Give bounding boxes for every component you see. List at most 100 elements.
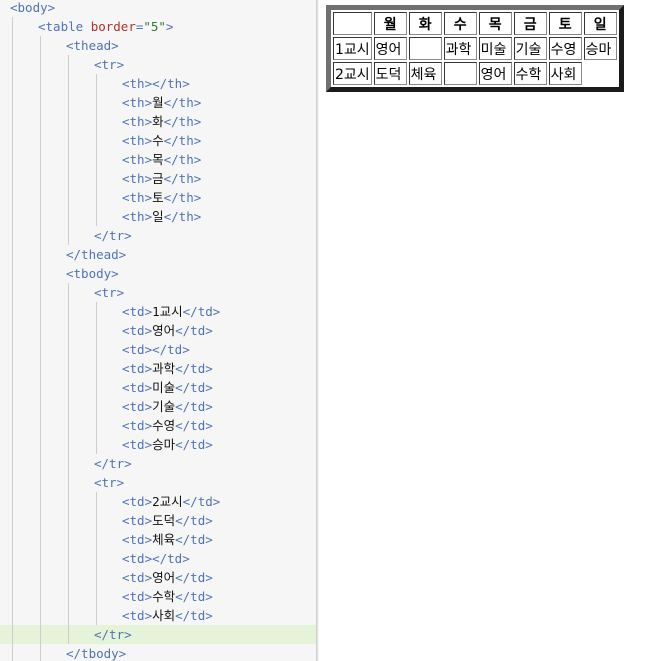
code-text: </tr>: [94, 454, 132, 473]
code-line[interactable]: <td></td>: [0, 549, 316, 568]
code-token: <td></td>: [122, 551, 190, 566]
code-line[interactable]: <tr>: [0, 283, 316, 302]
code-token: </td>: [175, 418, 213, 433]
code-token: </td>: [175, 532, 213, 547]
code-line[interactable]: </tbody>: [0, 644, 316, 661]
code-line[interactable]: <td>영어</td>: [0, 321, 316, 340]
code-token: <th>: [122, 209, 153, 224]
code-token: 도덕: [152, 513, 176, 528]
code-token: <td>: [122, 323, 153, 338]
table-cell: [408, 37, 442, 60]
code-line[interactable]: <td>승마</td>: [0, 435, 316, 454]
code-line[interactable]: <th>일</th>: [0, 207, 316, 226]
indent-guide: [96, 74, 97, 226]
code-line[interactable]: <td>미술</td>: [0, 378, 316, 397]
code-text: <th>금</th>: [122, 169, 201, 188]
code-token: </th>: [163, 114, 202, 129]
timetable: 월화수목금토일 1교시 영어 과학 미술 기술 수영 승마 2교시 도덕 체육 영어 수학 사회: [326, 5, 624, 92]
header-cell: 화: [408, 12, 442, 35]
code-line[interactable]: <td>2교시</td>: [0, 492, 316, 511]
header-cell: [333, 12, 372, 35]
code-token: <th>: [122, 114, 153, 129]
code-token: 수영: [152, 418, 176, 433]
code-editor[interactable]: <body> <table border="5"> <thead> <tr> <th><…: [0, 0, 316, 661]
code-text: <tr>: [94, 473, 124, 492]
code-line[interactable]: <td>1교시</td>: [0, 302, 316, 321]
code-token: border: [90, 19, 136, 34]
code-line[interactable]: <th></th>: [0, 74, 316, 93]
code-text: </tr>: [94, 625, 132, 644]
code-line[interactable]: <td>체육</td>: [0, 530, 316, 549]
code-line[interactable]: </tr>: [0, 226, 316, 245]
code-text: <th>목</th>: [122, 150, 201, 169]
code-token: <td>: [122, 494, 153, 509]
code-text: <td>수영</td>: [122, 416, 213, 435]
code-line[interactable]: <td>과학</td>: [0, 359, 316, 378]
table-cell: 영어: [373, 37, 407, 60]
code-line[interactable]: <table border="5">: [0, 17, 316, 36]
code-line[interactable]: <th>금</th>: [0, 169, 316, 188]
code-line[interactable]: <th>수</th>: [0, 131, 316, 150]
code-token: 기술: [152, 399, 176, 414]
code-token: >: [165, 19, 174, 34]
code-line[interactable]: <th>화</th>: [0, 112, 316, 131]
code-line[interactable]: </tr>: [0, 454, 316, 473]
code-line[interactable]: <td></td>: [0, 340, 316, 359]
code-text: <td></td>: [122, 549, 190, 568]
code-line[interactable]: <td>기술</td>: [0, 397, 316, 416]
code-text: <tr>: [94, 55, 124, 74]
code-line[interactable]: <td>도덕</td>: [0, 511, 316, 530]
code-token: </th>: [163, 152, 202, 167]
code-token: <tr>: [94, 285, 125, 300]
code-line[interactable]: <tr>: [0, 55, 316, 74]
table-cell: 승마: [583, 37, 617, 60]
timetable-head: 월화수목금토일: [333, 12, 617, 35]
code-line[interactable]: <thead>: [0, 36, 316, 55]
code-line[interactable]: <body>: [0, 0, 316, 17]
code-text: <thead>: [66, 36, 119, 55]
code-token: </th>: [163, 171, 202, 186]
table-cell: [443, 62, 477, 85]
code-line[interactable]: <tbody>: [0, 264, 316, 283]
code-token: 목: [152, 152, 164, 167]
code-line[interactable]: <th>월</th>: [0, 93, 316, 112]
code-token: <td>: [122, 380, 153, 395]
code-text: <th>화</th>: [122, 112, 201, 131]
code-line[interactable]: <th>목</th>: [0, 150, 316, 169]
table-cell: 수학: [513, 62, 547, 85]
code-line[interactable]: <td>수영</td>: [0, 416, 316, 435]
code-text: </tbody>: [66, 644, 126, 661]
code-line[interactable]: <td>영어</td>: [0, 568, 316, 587]
code-line[interactable]: <td>수학</td>: [0, 587, 316, 606]
code-text: <td>영어</td>: [122, 568, 213, 587]
code-token: </th>: [163, 95, 202, 110]
code-token: 토: [152, 190, 164, 205]
code-line[interactable]: <th>토</th>: [0, 188, 316, 207]
indent-guide: [96, 302, 97, 454]
code-text: <td>1교시</td>: [122, 302, 220, 321]
code-line-current[interactable]: </tr>: [0, 625, 316, 644]
code-token: 금: [152, 171, 164, 186]
code-token: 수학: [152, 589, 176, 604]
code-line[interactable]: <td>사회</td>: [0, 606, 316, 625]
indent-guide: [96, 492, 97, 625]
code-token: <td>: [122, 608, 153, 623]
code-line[interactable]: </thead>: [0, 245, 316, 264]
code-token: </tr>: [94, 627, 132, 642]
code-token: </td>: [182, 494, 221, 509]
header-cell: 목: [478, 12, 512, 35]
table-cell: 체육: [408, 62, 442, 85]
code-token: </td>: [175, 380, 213, 395]
code-token: </tbody>: [66, 646, 127, 661]
code-line[interactable]: <tr>: [0, 473, 316, 492]
code-text: <th>토</th>: [122, 188, 201, 207]
code-token: 사회: [152, 608, 176, 623]
header-row: 월화수목금토일: [333, 12, 617, 35]
code-token: </tr>: [94, 228, 132, 243]
code-text: <th>수</th>: [122, 131, 201, 150]
code-token: </td>: [175, 608, 213, 623]
table-cell: 수영: [548, 37, 582, 60]
code-token: </thead>: [66, 247, 127, 262]
code-token: 승마: [152, 437, 176, 452]
code-token: </td>: [175, 437, 213, 452]
